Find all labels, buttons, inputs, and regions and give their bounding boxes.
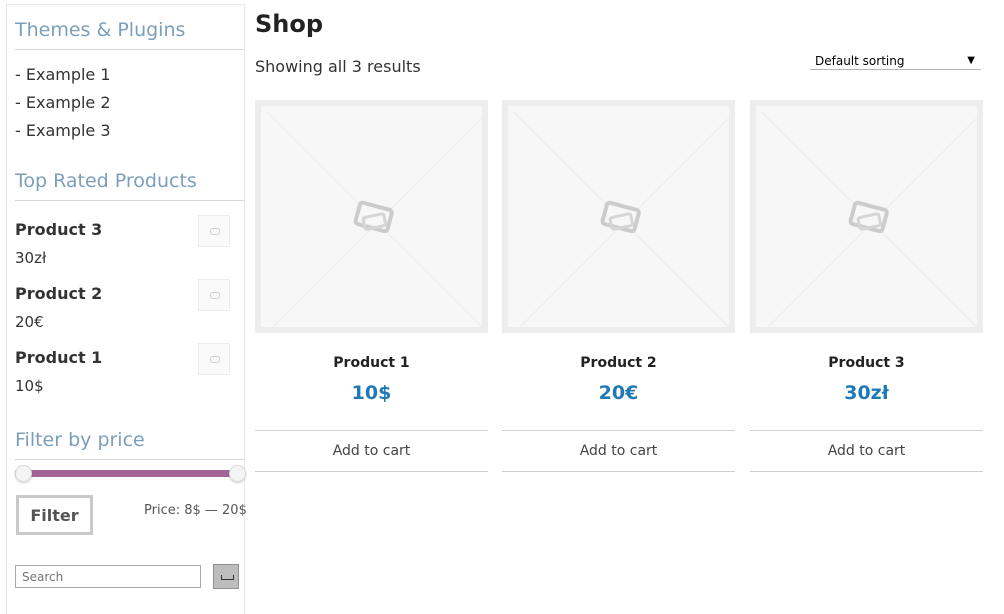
product-name[interactable]: Product 2	[502, 353, 735, 373]
product-image[interactable]	[255, 100, 489, 334]
page-title: Shop	[255, 10, 324, 38]
product-card: Product 1 10$ Add to cart	[255, 100, 489, 472]
price-slider-min-handle[interactable]	[15, 465, 32, 482]
image-placeholder-icon	[761, 111, 984, 334]
thumbnail-placeholder-icon[interactable]	[198, 215, 230, 247]
top-rated-product-name[interactable]: Product 2	[15, 284, 102, 304]
add-to-cart-button[interactable]: Add to cart	[502, 430, 735, 472]
add-to-cart-button[interactable]: Add to cart	[255, 430, 488, 472]
add-to-cart-button[interactable]: Add to cart	[750, 430, 983, 472]
top-rated-product-price: 20€	[15, 313, 44, 331]
theme-link-example-2[interactable]: - Example 2	[15, 93, 111, 113]
themes-plugins-title: Themes & Plugins	[15, 19, 186, 41]
product-image[interactable]	[750, 100, 984, 334]
top-rated-product-name[interactable]: Product 1	[15, 348, 102, 368]
product-name[interactable]: Product 1	[255, 353, 488, 373]
product-name[interactable]: Product 3	[750, 353, 983, 373]
product-price: 20€	[598, 382, 639, 404]
widget-divider	[15, 49, 245, 50]
top-rated-product-price: 30zł	[15, 249, 47, 267]
top-rated-title: Top Rated Products	[15, 170, 197, 192]
image-placeholder-icon	[266, 111, 489, 334]
product-card: Product 2 20€ Add to cart	[502, 100, 736, 472]
chevron-down-icon: ▼	[967, 55, 975, 66]
result-count: Showing all 3 results	[255, 57, 421, 76]
price-slider-range[interactable]	[15, 470, 236, 477]
thumbnail-placeholder-icon[interactable]	[198, 343, 230, 375]
theme-link-example-3[interactable]: - Example 3	[15, 121, 111, 141]
widget-divider	[15, 459, 245, 460]
sorting-selected-value: Default sorting	[815, 54, 905, 68]
top-rated-product-name[interactable]: Product 3	[15, 220, 102, 240]
widget-divider	[15, 200, 245, 201]
filter-button[interactable]: Filter	[16, 495, 93, 535]
search-submit-icon[interactable]	[213, 564, 239, 589]
product-image[interactable]	[502, 100, 736, 334]
product-price: 10$	[351, 382, 392, 404]
search-input[interactable]	[15, 565, 201, 588]
theme-link-example-1[interactable]: - Example 1	[15, 65, 111, 85]
thumbnail-placeholder-icon[interactable]	[198, 279, 230, 311]
filter-by-price-title: Filter by price	[15, 429, 145, 451]
top-rated-product-price: 10$	[15, 377, 44, 395]
product-price: 30zł	[844, 382, 889, 404]
price-range-label: Price: 8$ — 20$	[144, 503, 247, 518]
price-slider-max-handle[interactable]	[229, 465, 246, 482]
sorting-select[interactable]: Default sorting ▼	[810, 52, 981, 70]
image-placeholder-icon	[513, 111, 736, 334]
product-card: Product 3 30zł Add to cart	[750, 100, 984, 472]
